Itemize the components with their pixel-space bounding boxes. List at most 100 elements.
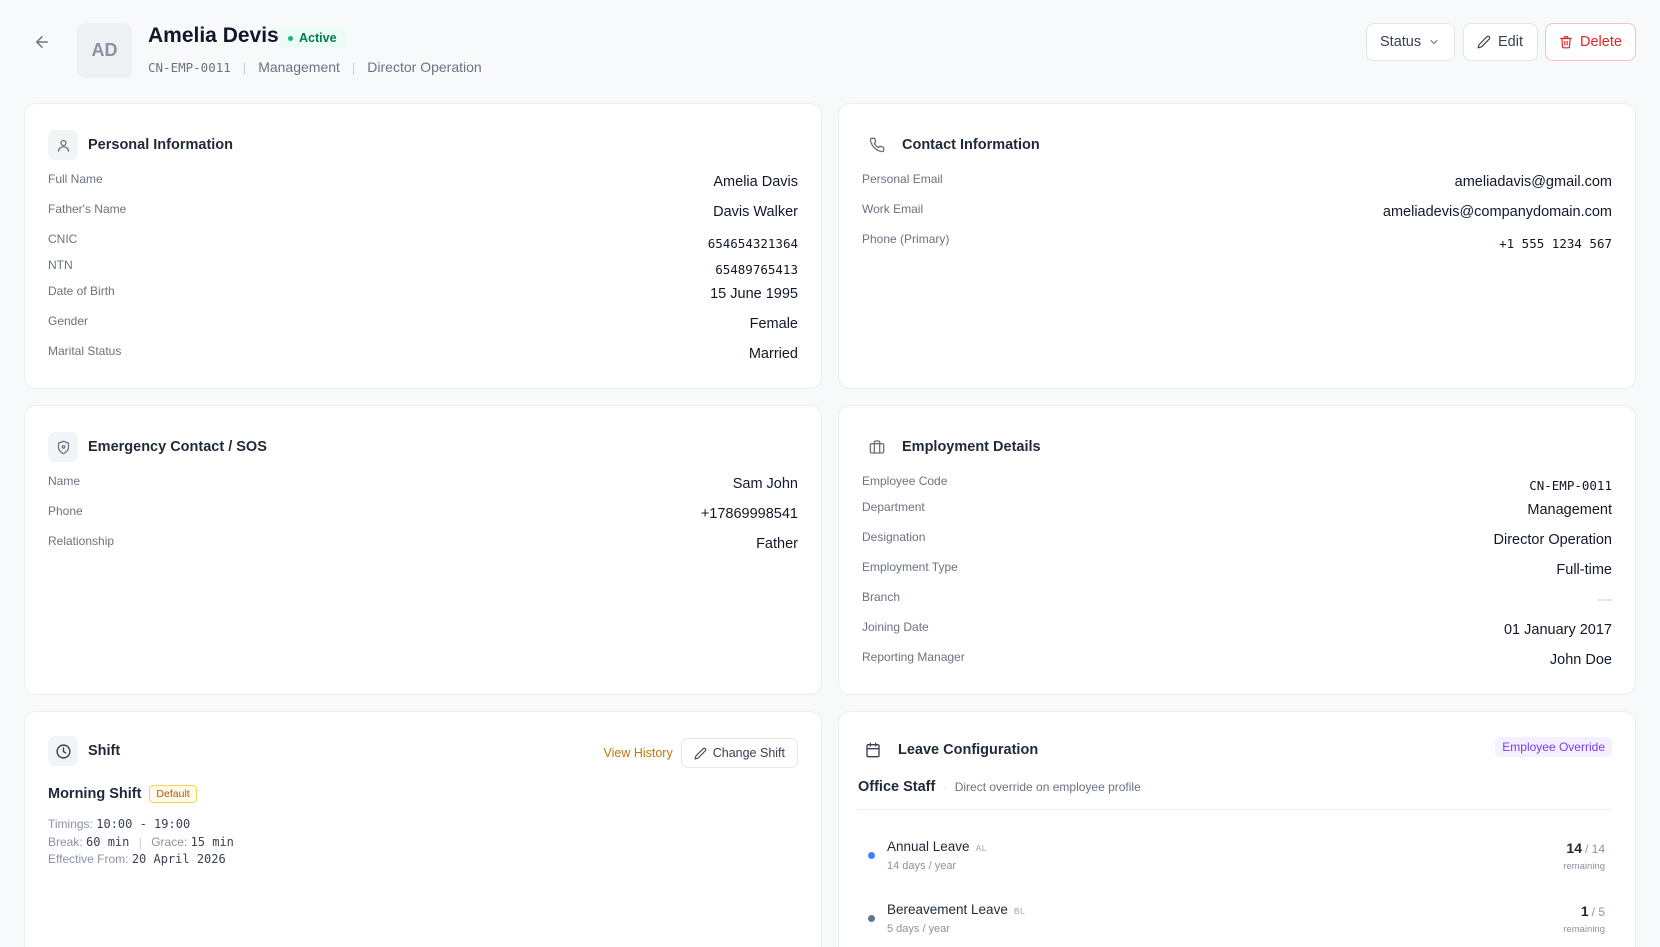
timings-label: Timings: xyxy=(48,817,93,831)
status-dropdown-button[interactable]: Status xyxy=(1366,23,1455,61)
meta-separator: | xyxy=(242,59,247,75)
field-label: Relationship xyxy=(48,534,115,548)
leave-allowance: 14 days / year xyxy=(887,860,957,872)
grace-label: Grace: xyxy=(151,834,188,849)
field-label: Date of Birth xyxy=(48,284,115,298)
clock-icon xyxy=(48,736,78,766)
employee-meta: CN-EMP-0011 | Management | Director Oper… xyxy=(148,59,482,75)
employee-designation: Director Operation xyxy=(367,59,482,75)
shift-break-grace: Break: 60 min | Grace: 15 min xyxy=(48,834,234,852)
field-value: 15 June 1995 xyxy=(710,286,798,302)
status-badge-label: Active xyxy=(299,31,337,45)
field-value: 654654321364 xyxy=(707,236,798,251)
field-value[interactable]: ameliadavis@gmail.com xyxy=(1455,174,1612,190)
card-title: Contact Information xyxy=(902,137,1040,153)
break-value: 60 min xyxy=(86,834,130,849)
field-marital-status: Marital Status Married xyxy=(48,344,798,362)
grace-value: 15 min xyxy=(190,834,234,849)
field-value: John Doe xyxy=(1549,652,1612,668)
field-branch: Branch — xyxy=(862,590,1612,608)
delete-button[interactable]: Delete xyxy=(1545,23,1636,61)
personal-information-card: Personal Information Full Name Amelia Da… xyxy=(24,103,822,389)
field-date-of-birth: Date of Birth 15 June 1995 xyxy=(48,284,798,302)
field-cnic: CNIC 654654321364 xyxy=(48,232,798,251)
leave-code: AL xyxy=(975,843,987,853)
field-label: Department xyxy=(862,500,925,514)
leave-group-description: Direct override on employee profile xyxy=(954,780,1141,794)
leave-balance: 14/ 14 xyxy=(1566,840,1605,856)
field-label: Phone xyxy=(48,504,83,518)
field-joining-date: Joining Date 01 January 2017 xyxy=(862,620,1612,638)
pencil-icon xyxy=(694,747,707,759)
leave-allowance: 5 days / year xyxy=(887,923,950,935)
edit-button[interactable]: Edit xyxy=(1463,23,1538,61)
emergency-contact-card: Emergency Contact / SOS Name Sam John Ph… xyxy=(24,405,822,695)
field-label: Name xyxy=(48,474,81,488)
leave-code: BL xyxy=(1013,906,1026,916)
shift-card: Shift View History Change Shift Morning … xyxy=(24,711,822,947)
field-fathers-name: Father's Name Davis Walker xyxy=(48,202,798,220)
field-label: Branch xyxy=(862,590,901,604)
leave-name: Bereavement Leave BL xyxy=(887,902,1025,917)
leave-group-name: Office Staff xyxy=(858,779,936,795)
change-shift-label: Change Shift xyxy=(712,746,785,760)
card-title: Leave Configuration xyxy=(898,742,1039,758)
arrow-left-icon xyxy=(36,36,48,48)
field-value: Female xyxy=(749,316,798,332)
shift-name-row: Morning Shift Default xyxy=(48,785,197,803)
avatar: AD xyxy=(77,23,132,78)
field-phone-primary: Phone (Primary) +1 555 1234 567 xyxy=(862,232,1612,251)
separator: | xyxy=(138,834,142,849)
shift-details: Timings: 10:00 - 19:00 Break: 60 min | G… xyxy=(48,816,234,869)
card-header: Shift xyxy=(48,736,120,766)
field-label: Father's Name xyxy=(48,202,127,216)
field-emergency-phone: Phone +17869998541 xyxy=(48,504,798,522)
field-emergency-name: Name Sam John xyxy=(48,474,798,492)
leave-name-label: Bereavement Leave xyxy=(887,902,1008,917)
field-value[interactable]: ameliadevis@companydomain.com xyxy=(1383,204,1612,220)
field-emergency-relationship: Relationship Father xyxy=(48,534,798,552)
effective-value: 20 April 2026 xyxy=(131,852,226,866)
change-shift-button[interactable]: Change Shift xyxy=(680,738,798,768)
leave-configuration-card: Leave Configuration Employee Override Of… xyxy=(838,711,1636,947)
field-label: Joining Date xyxy=(862,620,929,634)
card-title: Personal Information xyxy=(88,137,234,153)
employee-override-badge: Employee Override xyxy=(1495,737,1612,757)
card-title: Emergency Contact / SOS xyxy=(88,439,267,455)
employment-details-card: Employment Details Employee Code CN-EMP-… xyxy=(838,405,1636,695)
view-history-link[interactable]: View History xyxy=(603,746,672,760)
field-label: Employee Code xyxy=(862,474,948,488)
card-header: Contact Information xyxy=(862,130,1040,160)
field-label: Personal Email xyxy=(862,172,943,186)
field-value[interactable]: +1 555 1234 567 xyxy=(1499,236,1612,251)
field-work-email: Work Email ameliadevis@companydomain.com xyxy=(862,202,1612,220)
field-gender: Gender Female xyxy=(48,314,798,332)
pencil-icon xyxy=(1477,35,1491,49)
break-label: Break: xyxy=(48,834,83,849)
field-ntn: NTN 65489765413 xyxy=(48,258,798,277)
leave-remaining-label: remaining xyxy=(1563,924,1605,935)
field-label: Reporting Manager xyxy=(862,650,965,664)
divider xyxy=(858,809,1612,810)
field-value: +17869998541 xyxy=(700,506,798,522)
field-employment-type: Employment Type Full-time xyxy=(862,560,1612,578)
leave-remaining-label: remaining xyxy=(1563,861,1605,872)
field-value: CN-EMP-0011 xyxy=(1529,478,1612,493)
card-header: Personal Information xyxy=(48,130,233,160)
shift-effective-from: Effective From: 20 April 2026 xyxy=(48,851,234,869)
field-value: Amelia Davis xyxy=(713,174,798,190)
contact-information-card: Contact Information Personal Email ameli… xyxy=(838,103,1636,389)
card-header: Leave Configuration xyxy=(858,735,1038,765)
field-full-name: Full Name Amelia Davis xyxy=(48,172,798,190)
shift-timings: Timings: 10:00 - 19:00 xyxy=(48,816,234,834)
field-label: Marital Status xyxy=(48,344,122,358)
leave-total: / 5 xyxy=(1591,905,1605,919)
effective-label: Effective From: xyxy=(48,852,129,866)
back-button[interactable] xyxy=(30,30,54,54)
field-department: Department Management xyxy=(862,500,1612,518)
field-label: Designation xyxy=(862,530,926,544)
field-value: 01 January 2017 xyxy=(1503,622,1612,638)
field-label: CNIC xyxy=(48,232,78,246)
trash-icon xyxy=(1560,36,1572,49)
field-value: 65489765413 xyxy=(715,262,798,277)
